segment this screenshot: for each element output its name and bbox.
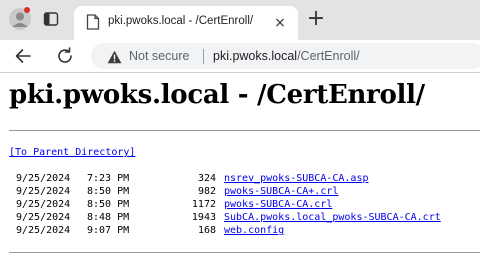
file-date: 9/25/2024 [16,225,71,236]
file-link[interactable]: pwoks-SUBCA-CA.crl [224,199,332,210]
page-title: pki.pwoks.local - /CertEnroll/ [9,80,425,110]
file-time: 8:48 PM [87,212,130,223]
page-content: pki.pwoks.local - /CertEnroll/ [To Paren… [0,73,480,257]
browser-tab[interactable]: pki.pwoks.local - /CertEnroll/ × [74,6,298,40]
address-divider [203,49,204,64]
file-time: 8:50 PM [87,199,130,210]
tab-strip: pki.pwoks.local - /CertEnroll/ × + [0,0,480,40]
file-size: 168 [197,225,216,236]
file-size: 1172 [191,199,216,210]
new-tab-button[interactable]: + [306,8,326,30]
notification-dot [24,7,30,13]
parent-directory-link[interactable]: [To Parent Directory] [9,147,135,158]
warning-triangle-icon[interactable] [107,49,122,64]
url-host: pki.pwoks.local [213,49,298,63]
file-link[interactable]: SubCA.pwoks.local_pwoks-SUBCA-CA.crt [224,212,441,223]
page-favicon-icon [86,14,100,30]
url-path: /CertEnroll/ [297,49,360,63]
browser-toolbar: Not secure pki.pwoks.local/CertEnroll/ [0,40,480,72]
horizontal-rule [9,130,480,131]
file-size: 324 [197,173,216,184]
file-link[interactable]: pwoks-SUBCA-CA+.crl [224,186,338,197]
horizontal-rule [9,252,480,253]
security-status-label[interactable]: Not secure [129,49,189,63]
file-date: 9/25/2024 [16,173,71,184]
file-time: 8:50 PM [87,186,130,197]
file-time: 9:07 PM [87,225,130,236]
tab-title: pki.pwoks.local - /CertEnroll/ [108,15,254,27]
back-arrow-icon[interactable] [12,45,34,67]
file-size: 982 [197,186,216,197]
close-tab-icon[interactable]: × [272,15,288,31]
file-link[interactable]: web.config [224,225,284,236]
file-date: 9/25/2024 [16,199,71,210]
file-link[interactable]: nsrev_pwoks-SUBCA-CA.asp [224,173,369,184]
address-bar[interactable]: Not secure pki.pwoks.local/CertEnroll/ [91,43,480,69]
file-date: 9/25/2024 [16,212,71,223]
workspaces-icon[interactable] [43,11,59,27]
file-size: 1943 [191,212,216,223]
url-text[interactable]: pki.pwoks.local/CertEnroll/ [213,49,360,63]
file-time: 7:23 PM [87,173,130,184]
reload-icon[interactable] [54,45,76,67]
file-date: 9/25/2024 [16,186,71,197]
